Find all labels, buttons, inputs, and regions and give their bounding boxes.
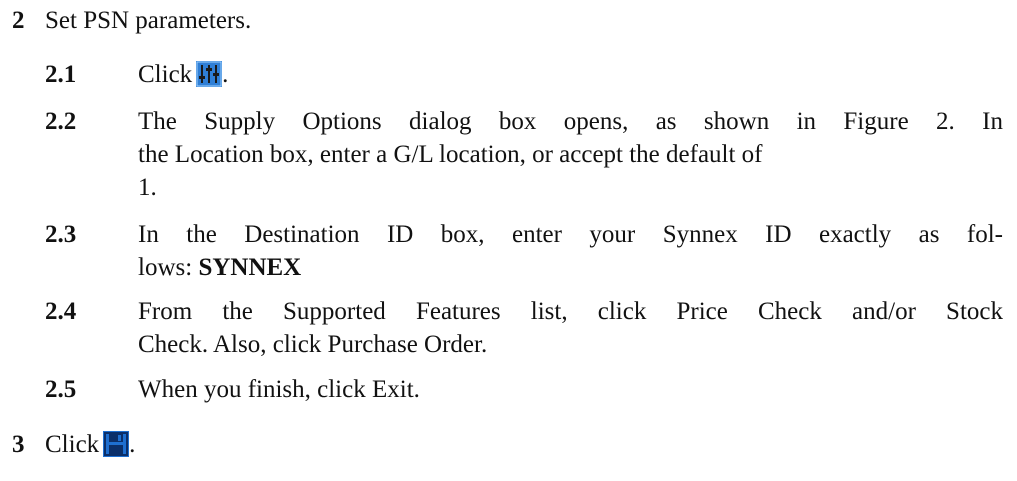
save-icon [103, 431, 130, 457]
substep-line: lows: SYNNEX [138, 251, 1003, 284]
substep-line: Click. [138, 58, 1003, 91]
substep-number: 2.4 [45, 298, 77, 325]
supply-options-icon [196, 61, 223, 87]
substep-line: The Supply Options dialog box opens, as … [138, 108, 1003, 135]
period: . [222, 61, 229, 88]
substep-number: 2.1 [45, 61, 77, 88]
substep-line: the Location box, enter a G/L location, … [138, 141, 763, 168]
period: . [129, 431, 136, 458]
substep-line: 1. [138, 174, 157, 201]
step-text: Set PSN parameters. [45, 7, 252, 34]
substep-text: From the Supported Features list, click … [138, 295, 1003, 361]
substep-text: When you finish, click Exit. [138, 373, 1003, 406]
step-number: 2 [12, 7, 25, 34]
substep-line: Check. Also, click Purchase Order. [138, 331, 488, 358]
substep-text: Click. [138, 58, 1003, 91]
step-number: 3 [12, 431, 25, 458]
substep-line: From the Supported Features list, click … [138, 298, 1003, 325]
lows-text: lows: [138, 254, 193, 281]
substep-text: The Supply Options dialog box opens, as … [138, 105, 1003, 204]
substep-text: In the Destination ID box, enter your Sy… [138, 218, 1003, 284]
substep-line: When you finish, click Exit. [138, 376, 420, 403]
synnex-id: SYNNEX [198, 254, 302, 281]
click-label: Click [138, 61, 193, 88]
substep-number: 2.5 [45, 376, 77, 403]
substep-number: 2.3 [45, 221, 77, 248]
step-text: Click. [45, 428, 135, 461]
substep-line: In the Destination ID box, enter your Sy… [138, 221, 1003, 248]
click-label: Click [45, 431, 100, 458]
substep-number: 2.2 [45, 108, 77, 135]
